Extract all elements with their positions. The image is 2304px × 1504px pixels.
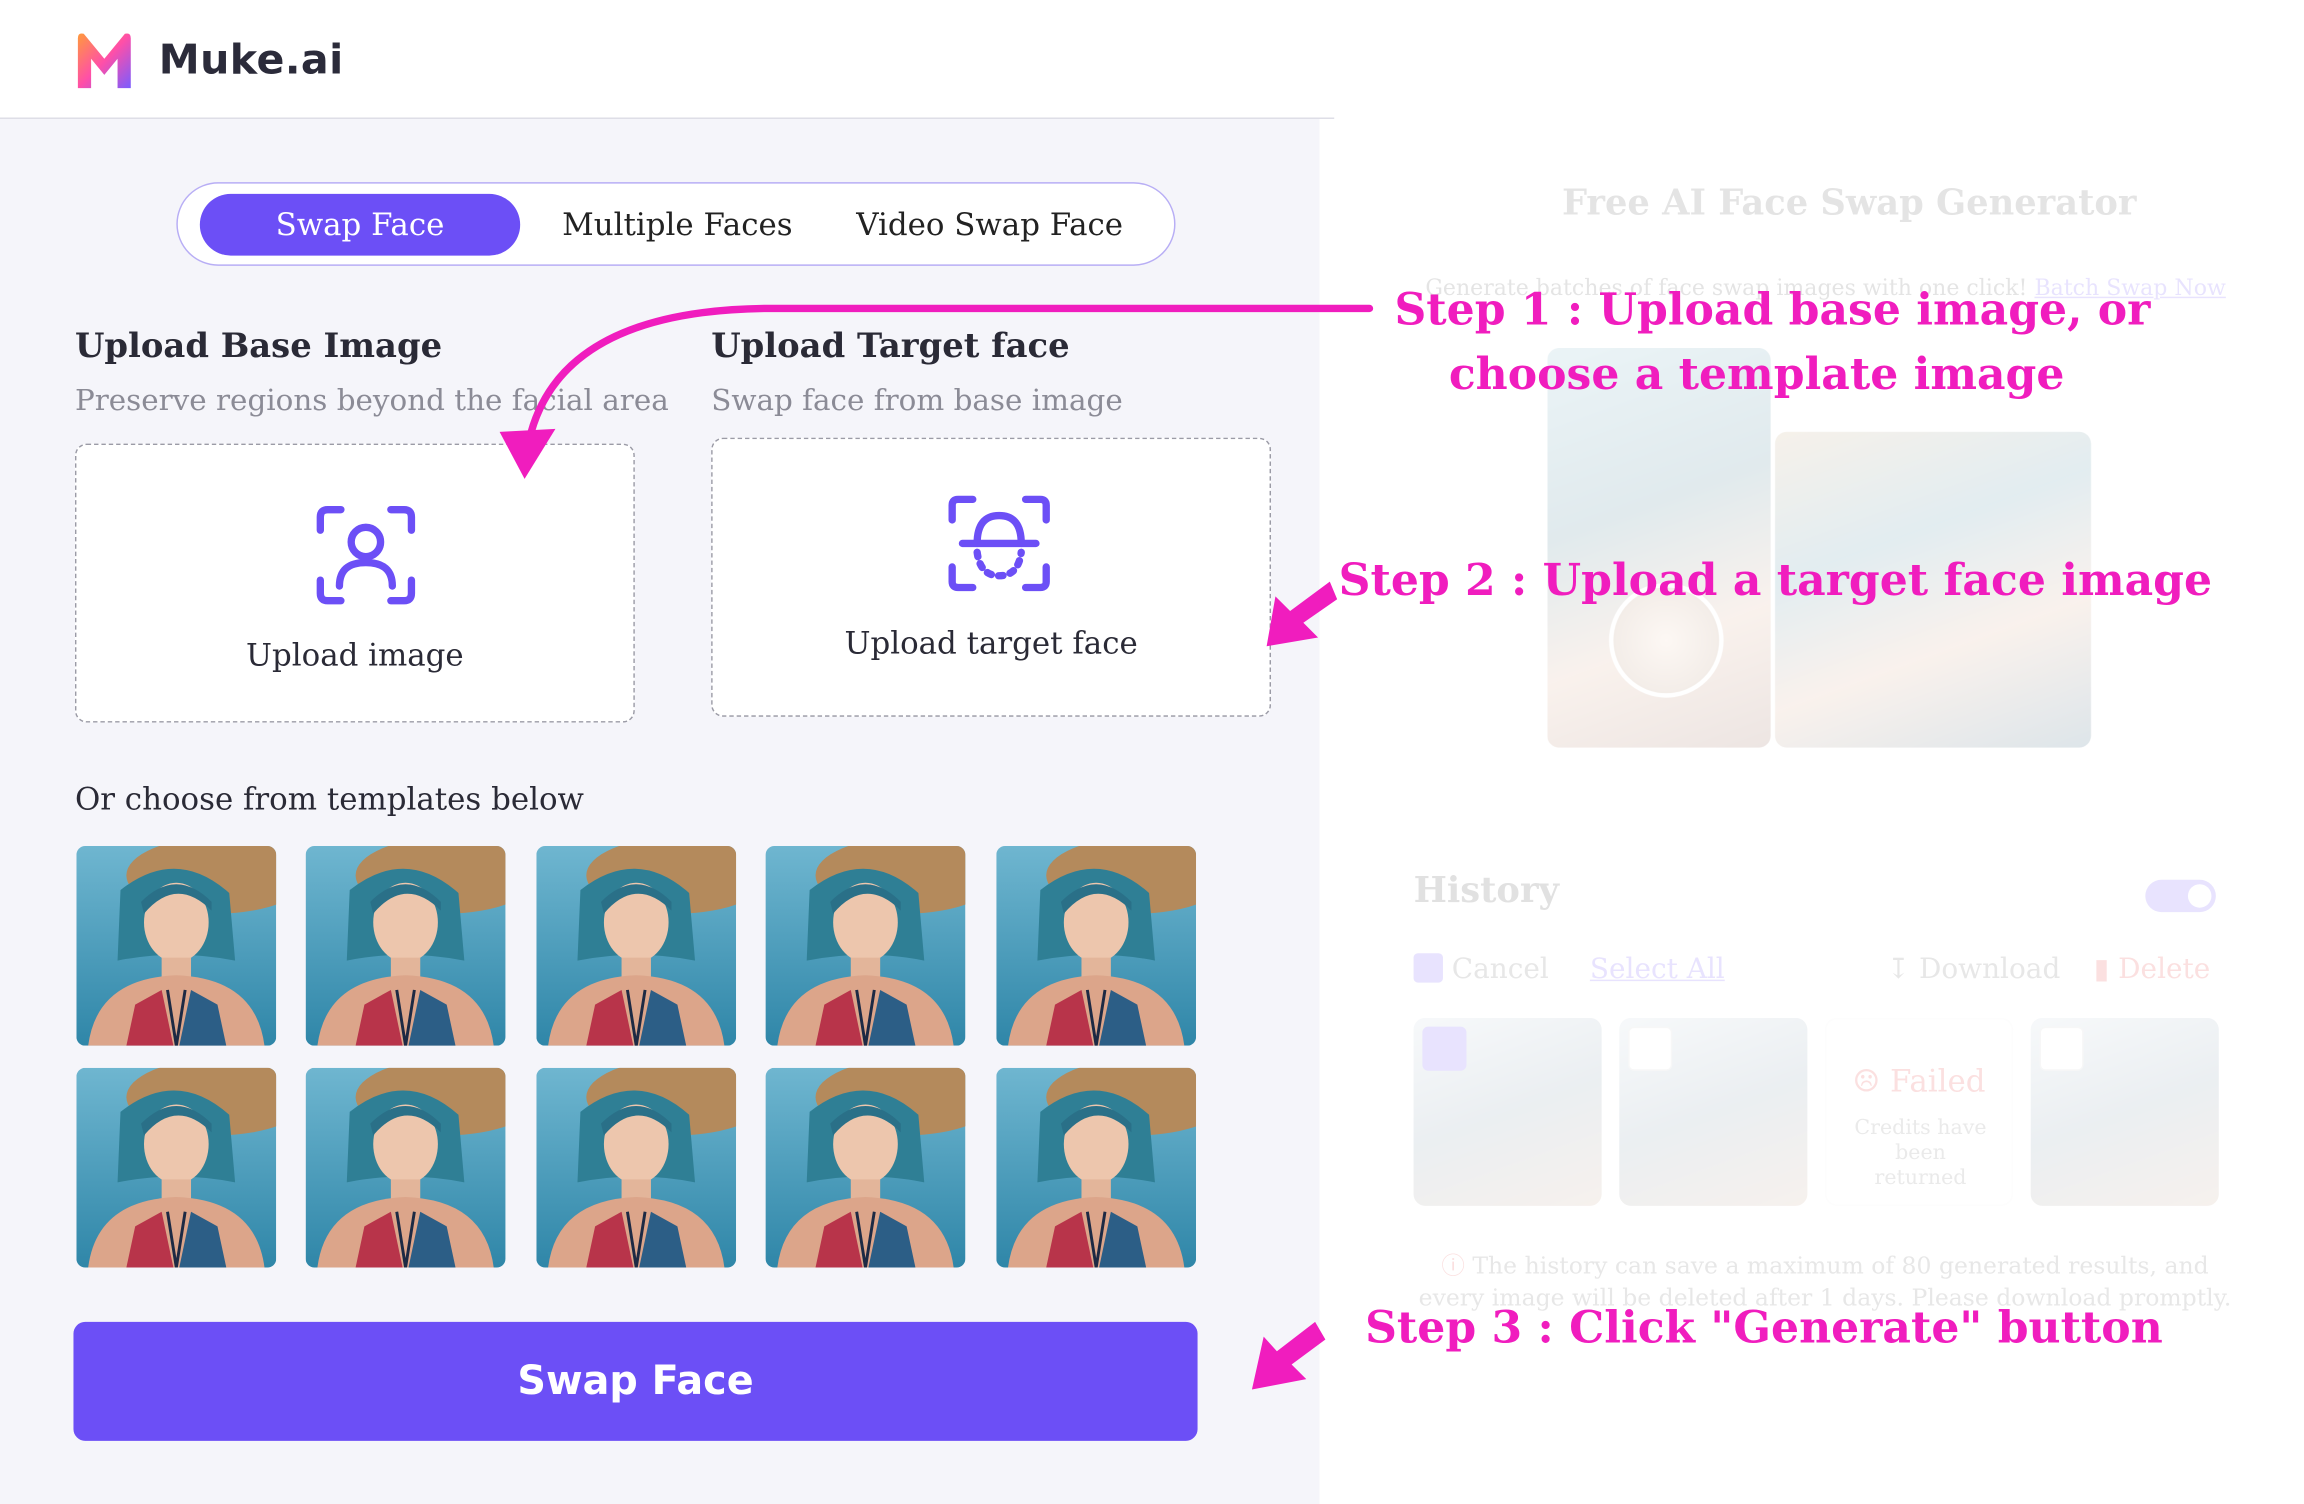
step3-annotation: Step 3 : Click "Generate" button	[1365, 1302, 2163, 1355]
step1-annotation-line1: Step 1 : Upload base image, or	[1394, 284, 2151, 337]
step2-arrow-icon	[1266, 581, 1338, 647]
step1-annotation-line2: choose a template image	[1448, 349, 2065, 401]
annotation-arrows	[499, 304, 1374, 1390]
page-root: Muke.ai Swap Face Multiple Faces Video S…	[0, 0, 2304, 1504]
step1-arrow-icon	[525, 304, 1374, 445]
step2-annotation: Step 2 : Upload a target face image	[1338, 555, 2213, 607]
step1-arrowhead-icon	[499, 428, 556, 479]
step3-arrow-icon	[1251, 1321, 1326, 1390]
